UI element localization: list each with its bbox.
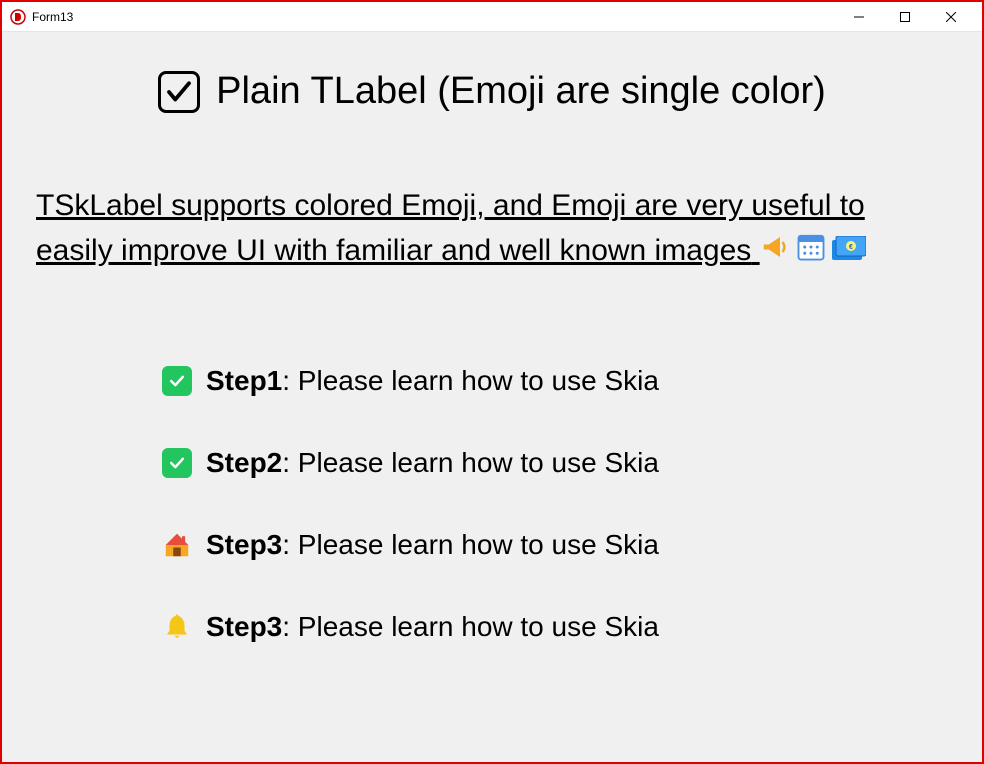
step-row-2: Step2: Please learn how to use Skia (162, 447, 952, 479)
app-icon (10, 9, 26, 25)
step-text: : Please learn how to use Skia (282, 447, 659, 478)
minimize-button[interactable] (836, 2, 882, 32)
window-controls (836, 2, 974, 32)
maximize-button[interactable] (882, 2, 928, 32)
check-green-icon (162, 366, 192, 396)
app-window: Form13 Plain TLabel (Emoji are single co… (0, 0, 984, 764)
megaphone-icon (760, 230, 790, 275)
step-label: Step2: Please learn how to use Skia (206, 447, 659, 479)
window-title: Form13 (32, 10, 836, 24)
step-row-1: Step1: Please learn how to use Skia (162, 365, 952, 397)
step-bold: Step3 (206, 529, 282, 560)
heading-text: Plain TLabel (Emoji are single color) (216, 70, 826, 113)
heading-row: Plain TLabel (Emoji are single color) (32, 70, 952, 113)
step-bold: Step2 (206, 447, 282, 478)
step-text: : Please learn how to use Skia (282, 365, 659, 396)
subtitle-text: TSkLabel supports colored Emoji, and Emo… (36, 189, 865, 267)
bell-icon (162, 612, 192, 642)
calendar-icon (796, 230, 826, 275)
money-icon: € (832, 230, 866, 275)
step-label: Step1: Please learn how to use Skia (206, 365, 659, 397)
subtitle-label: TSkLabel supports colored Emoji, and Emo… (32, 183, 952, 275)
step-row-3: Step3: Please learn how to use Skia (162, 529, 952, 561)
steps-list: Step1: Please learn how to use Skia Step… (32, 365, 952, 643)
close-button[interactable] (928, 2, 974, 32)
step-label: Step3: Please learn how to use Skia (206, 529, 659, 561)
step-bold: Step1 (206, 365, 282, 396)
house-icon (162, 530, 192, 560)
subtitle-emoji-group: € (760, 230, 866, 275)
check-green-icon (162, 448, 192, 478)
checkbox-outline-icon (158, 71, 200, 113)
svg-text:€: € (849, 244, 853, 251)
titlebar: Form13 (2, 2, 982, 32)
step-row-4: Step3: Please learn how to use Skia (162, 611, 952, 643)
step-bold: Step3 (206, 611, 282, 642)
step-text: : Please learn how to use Skia (282, 611, 659, 642)
step-text: : Please learn how to use Skia (282, 529, 659, 560)
content-area: Plain TLabel (Emoji are single color) TS… (2, 32, 982, 762)
step-label: Step3: Please learn how to use Skia (206, 611, 659, 643)
